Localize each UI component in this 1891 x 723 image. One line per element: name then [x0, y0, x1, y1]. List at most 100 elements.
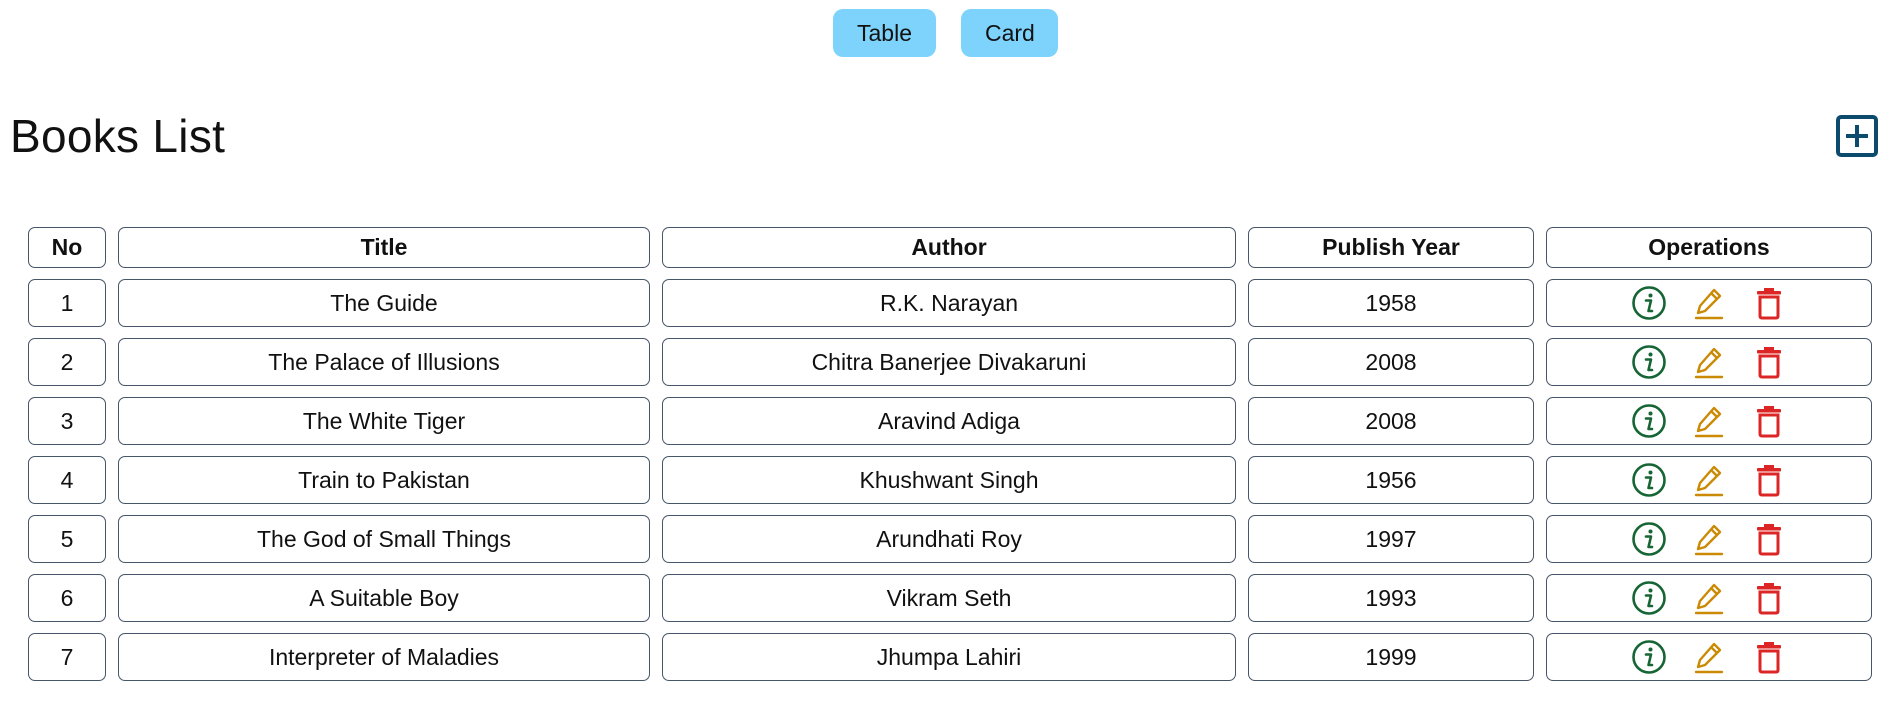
trash-icon: [1757, 524, 1781, 556]
edit-button[interactable]: [1690, 638, 1728, 676]
info-button[interactable]: [1630, 579, 1668, 617]
info-circle-icon: [1632, 286, 1666, 320]
cell-operations: [1546, 397, 1872, 445]
cell-title: The Palace of Illusions: [118, 338, 650, 386]
edit-button[interactable]: [1690, 284, 1728, 322]
delete-button[interactable]: [1750, 343, 1788, 381]
table-row: 3 The White Tiger Aravind Adiga 2008: [28, 397, 1872, 445]
delete-button[interactable]: [1750, 461, 1788, 499]
info-circle-icon: [1632, 463, 1666, 497]
table-view-button[interactable]: Table: [833, 9, 936, 57]
edit-button[interactable]: [1690, 579, 1728, 617]
trash-icon: [1757, 465, 1781, 497]
cell-author: Chitra Banerjee Divakaruni: [662, 338, 1236, 386]
edit-pencil-icon: [1694, 524, 1724, 556]
cell-author: Jhumpa Lahiri: [662, 633, 1236, 681]
edit-button[interactable]: [1690, 461, 1728, 499]
info-circle-icon: [1632, 640, 1666, 674]
table-row: 2 The Palace of Illusions Chitra Banerje…: [28, 338, 1872, 386]
cell-operations: [1546, 338, 1872, 386]
column-header-no: No: [28, 227, 106, 268]
table-row: 7 Interpreter of Maladies Jhumpa Lahiri …: [28, 633, 1872, 681]
cell-no: 5: [28, 515, 106, 563]
info-circle-icon: [1632, 345, 1666, 379]
cell-year: 1997: [1248, 515, 1534, 563]
edit-pencil-icon: [1694, 642, 1724, 674]
table-row: 4 Train to Pakistan Khushwant Singh 1956: [28, 456, 1872, 504]
operations-group: [1547, 284, 1871, 322]
table-row: 5 The God of Small Things Arundhati Roy …: [28, 515, 1872, 563]
add-book-button[interactable]: [1835, 114, 1879, 158]
edit-button[interactable]: [1690, 520, 1728, 558]
operations-group: [1547, 461, 1871, 499]
info-button[interactable]: [1630, 402, 1668, 440]
info-circle-icon: [1632, 404, 1666, 438]
delete-button[interactable]: [1750, 579, 1788, 617]
column-header-publish-year: Publish Year: [1248, 227, 1534, 268]
cell-title: The White Tiger: [118, 397, 650, 445]
cell-author: Vikram Seth: [662, 574, 1236, 622]
page-title: Books List: [10, 110, 226, 162]
delete-button[interactable]: [1750, 638, 1788, 676]
trash-icon: [1757, 406, 1781, 438]
cell-no: 1: [28, 279, 106, 327]
delete-button[interactable]: [1750, 284, 1788, 322]
info-button[interactable]: [1630, 638, 1668, 676]
info-circle-icon: [1632, 522, 1666, 556]
trash-icon: [1757, 642, 1781, 674]
cell-title: Interpreter of Maladies: [118, 633, 650, 681]
cell-author: Khushwant Singh: [662, 456, 1236, 504]
card-view-button[interactable]: Card: [961, 9, 1058, 57]
books-table: No Title Author Publish Year Operations …: [16, 216, 1884, 692]
cell-year: 2008: [1248, 397, 1534, 445]
edit-pencil-icon: [1694, 583, 1724, 615]
table-header-row: No Title Author Publish Year Operations: [28, 227, 1872, 268]
cell-operations: [1546, 456, 1872, 504]
info-button[interactable]: [1630, 284, 1668, 322]
plus-square-icon: [1836, 115, 1878, 157]
edit-pencil-icon: [1694, 465, 1724, 497]
cell-no: 4: [28, 456, 106, 504]
cell-year: 2008: [1248, 338, 1534, 386]
cell-title: Train to Pakistan: [118, 456, 650, 504]
cell-year: 1999: [1248, 633, 1534, 681]
trash-icon: [1757, 288, 1781, 320]
operations-group: [1547, 343, 1871, 381]
edit-button[interactable]: [1690, 402, 1728, 440]
cell-title: A Suitable Boy: [118, 574, 650, 622]
trash-icon: [1757, 347, 1781, 379]
edit-pencil-icon: [1694, 406, 1724, 438]
edit-pencil-icon: [1694, 288, 1724, 320]
cell-title: The Guide: [118, 279, 650, 327]
cell-operations: [1546, 279, 1872, 327]
column-header-title: Title: [118, 227, 650, 268]
cell-no: 2: [28, 338, 106, 386]
cell-operations: [1546, 633, 1872, 681]
column-header-author: Author: [662, 227, 1236, 268]
cell-operations: [1546, 574, 1872, 622]
info-button[interactable]: [1630, 461, 1668, 499]
operations-group: [1547, 520, 1871, 558]
delete-button[interactable]: [1750, 520, 1788, 558]
cell-year: 1993: [1248, 574, 1534, 622]
cell-year: 1958: [1248, 279, 1534, 327]
operations-group: [1547, 402, 1871, 440]
cell-no: 7: [28, 633, 106, 681]
info-button[interactable]: [1630, 343, 1668, 381]
delete-button[interactable]: [1750, 402, 1788, 440]
table-row: 1 The Guide R.K. Narayan 1958: [28, 279, 1872, 327]
cell-title: The God of Small Things: [118, 515, 650, 563]
cell-no: 3: [28, 397, 106, 445]
view-toggle: Table Card: [0, 9, 1891, 57]
page-header: Books List: [10, 108, 1879, 164]
cell-author: Aravind Adiga: [662, 397, 1236, 445]
info-button[interactable]: [1630, 520, 1668, 558]
operations-group: [1547, 638, 1871, 676]
edit-button[interactable]: [1690, 343, 1728, 381]
column-header-operations: Operations: [1546, 227, 1872, 268]
cell-author: Arundhati Roy: [662, 515, 1236, 563]
cell-operations: [1546, 515, 1872, 563]
cell-author: R.K. Narayan: [662, 279, 1236, 327]
cell-year: 1956: [1248, 456, 1534, 504]
edit-pencil-icon: [1694, 347, 1724, 379]
